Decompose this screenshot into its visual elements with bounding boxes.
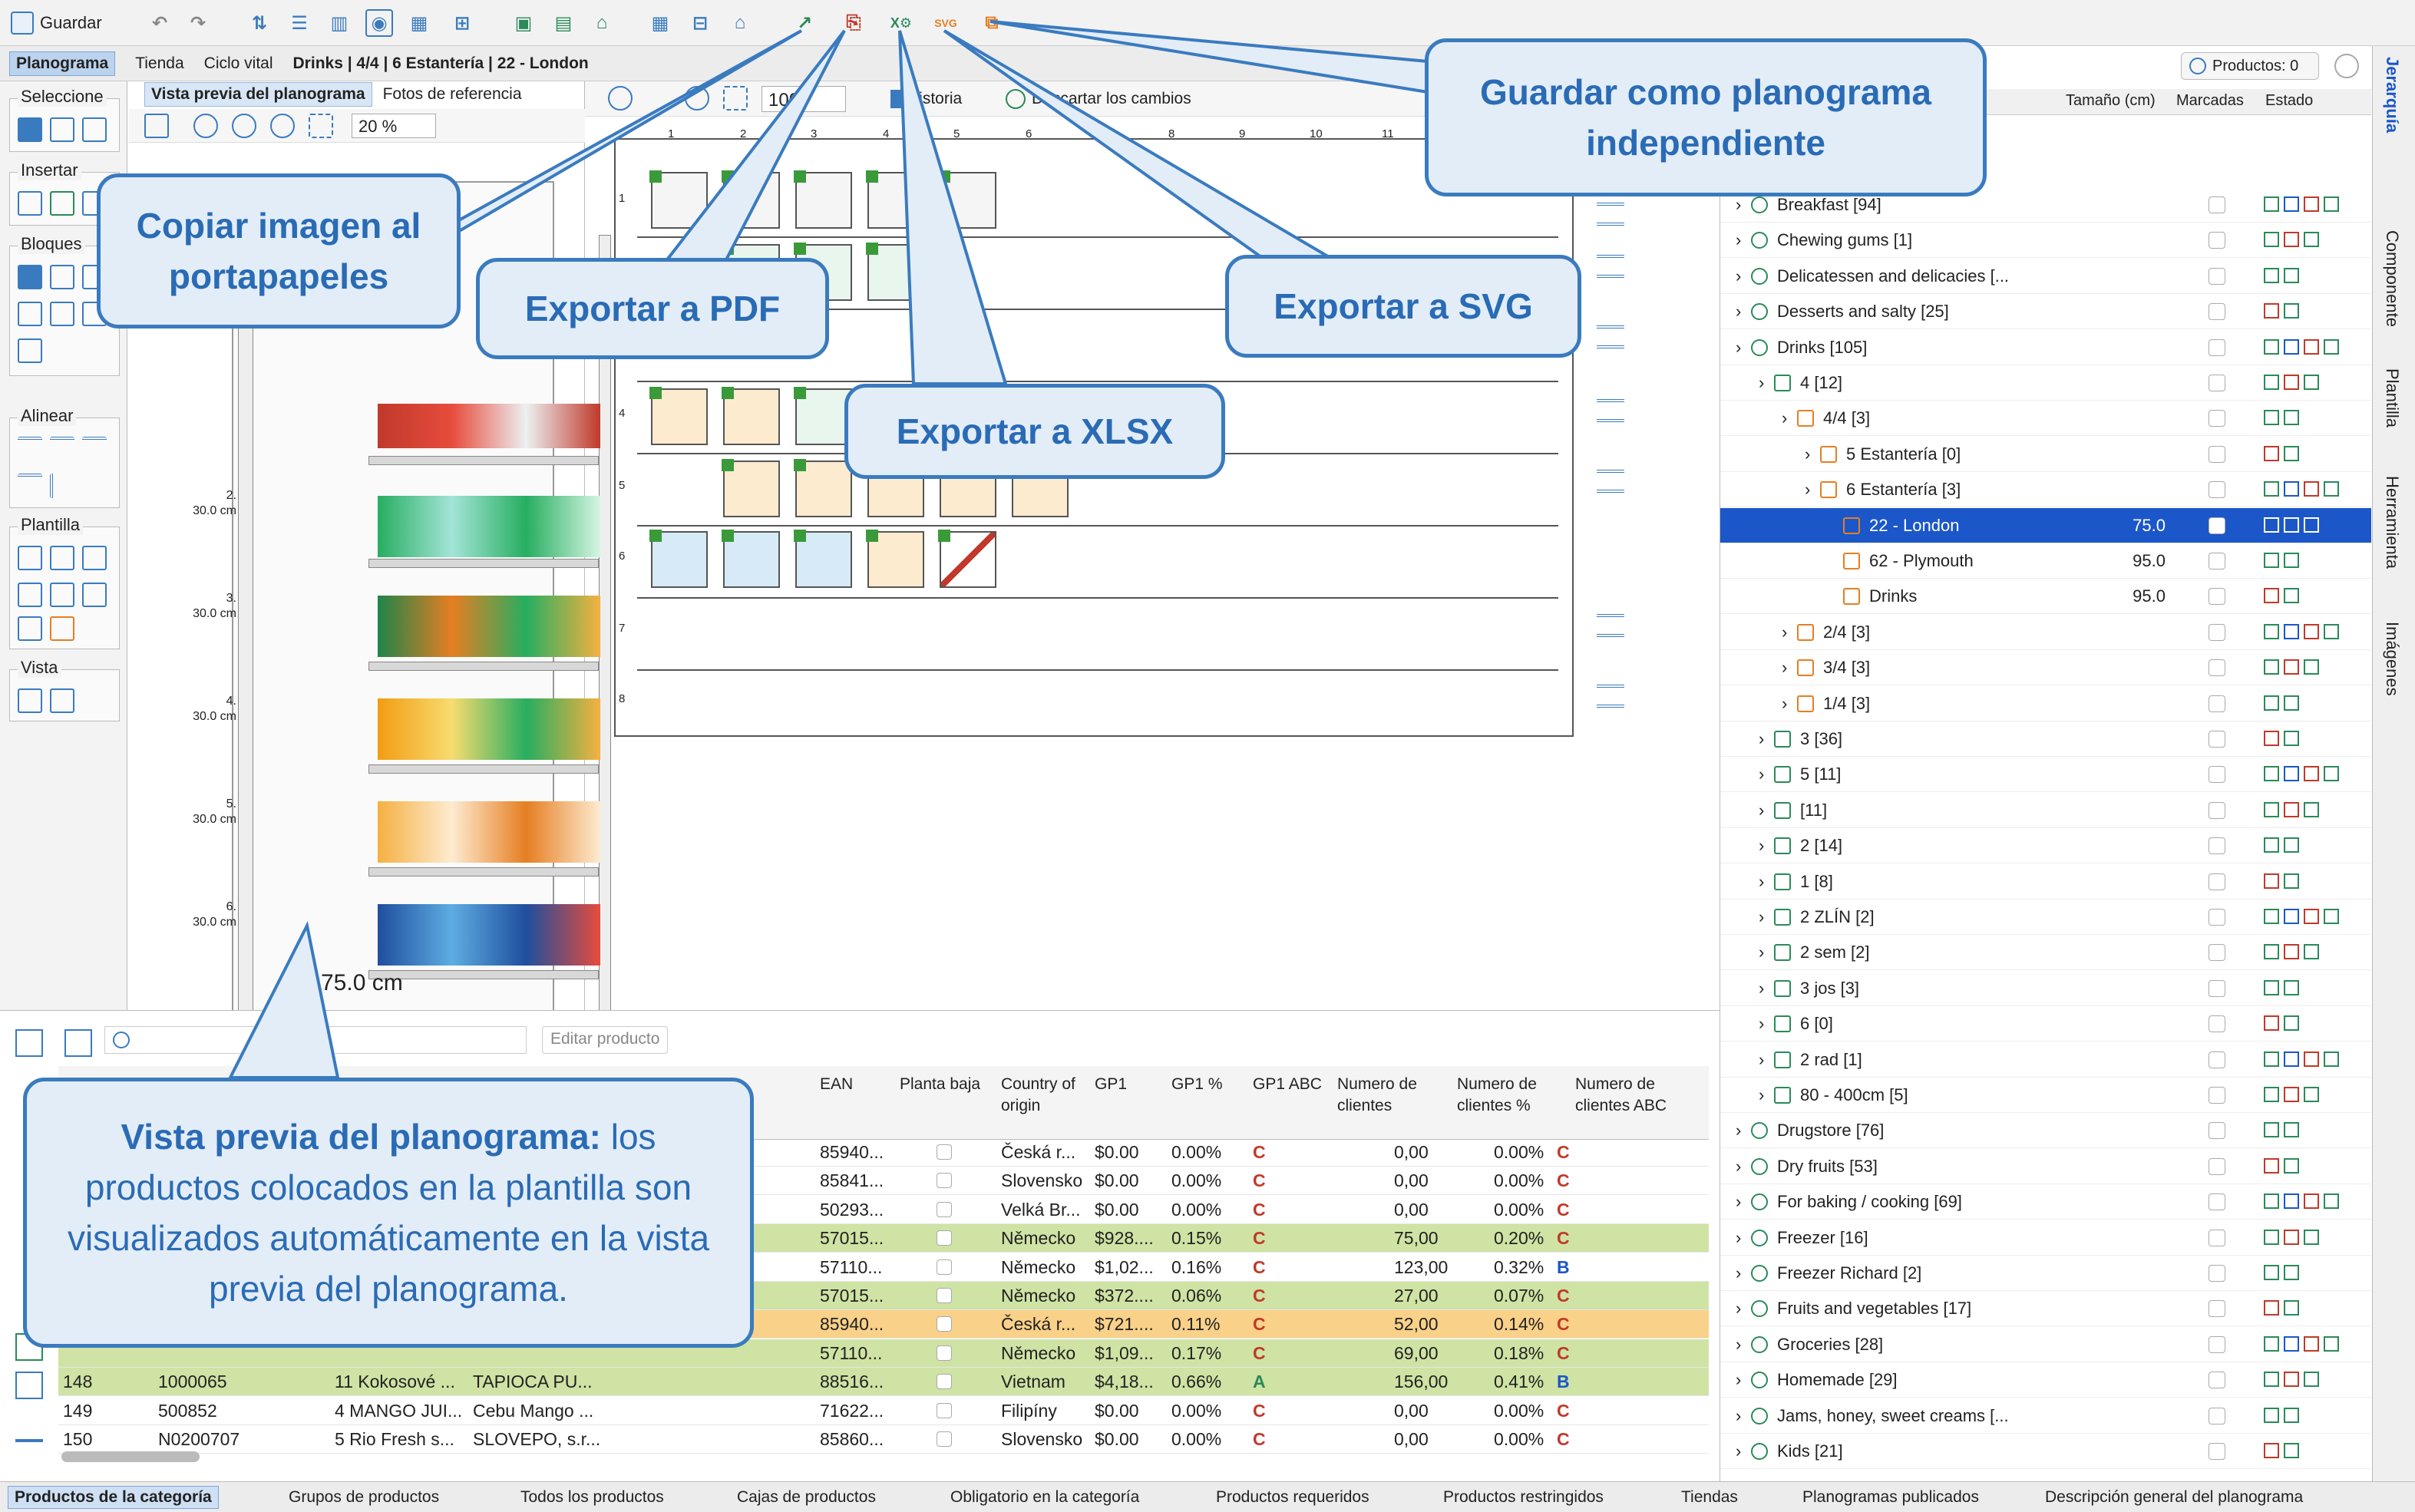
- callout-guardar-independiente: Guardar como planograma independiente: [1425, 38, 1987, 196]
- callout-copiar-imagen: Copiar imagen al portapapeles: [97, 173, 461, 328]
- pointer-preview: [227, 920, 340, 1079]
- pointer-pdf: [656, 29, 846, 270]
- callout-vista-previa: Vista previa del planograma: los product…: [23, 1078, 754, 1348]
- callout-exportar-svg: Exportar a SVG: [1225, 255, 1581, 358]
- callout-exportar-xlsx: Exportar a XLSX: [844, 384, 1225, 479]
- pointer-save-indep: [989, 20, 1429, 94]
- callout-exportar-pdf: Exportar a PDF: [476, 258, 829, 359]
- pointer-xlsx: [898, 30, 1008, 385]
